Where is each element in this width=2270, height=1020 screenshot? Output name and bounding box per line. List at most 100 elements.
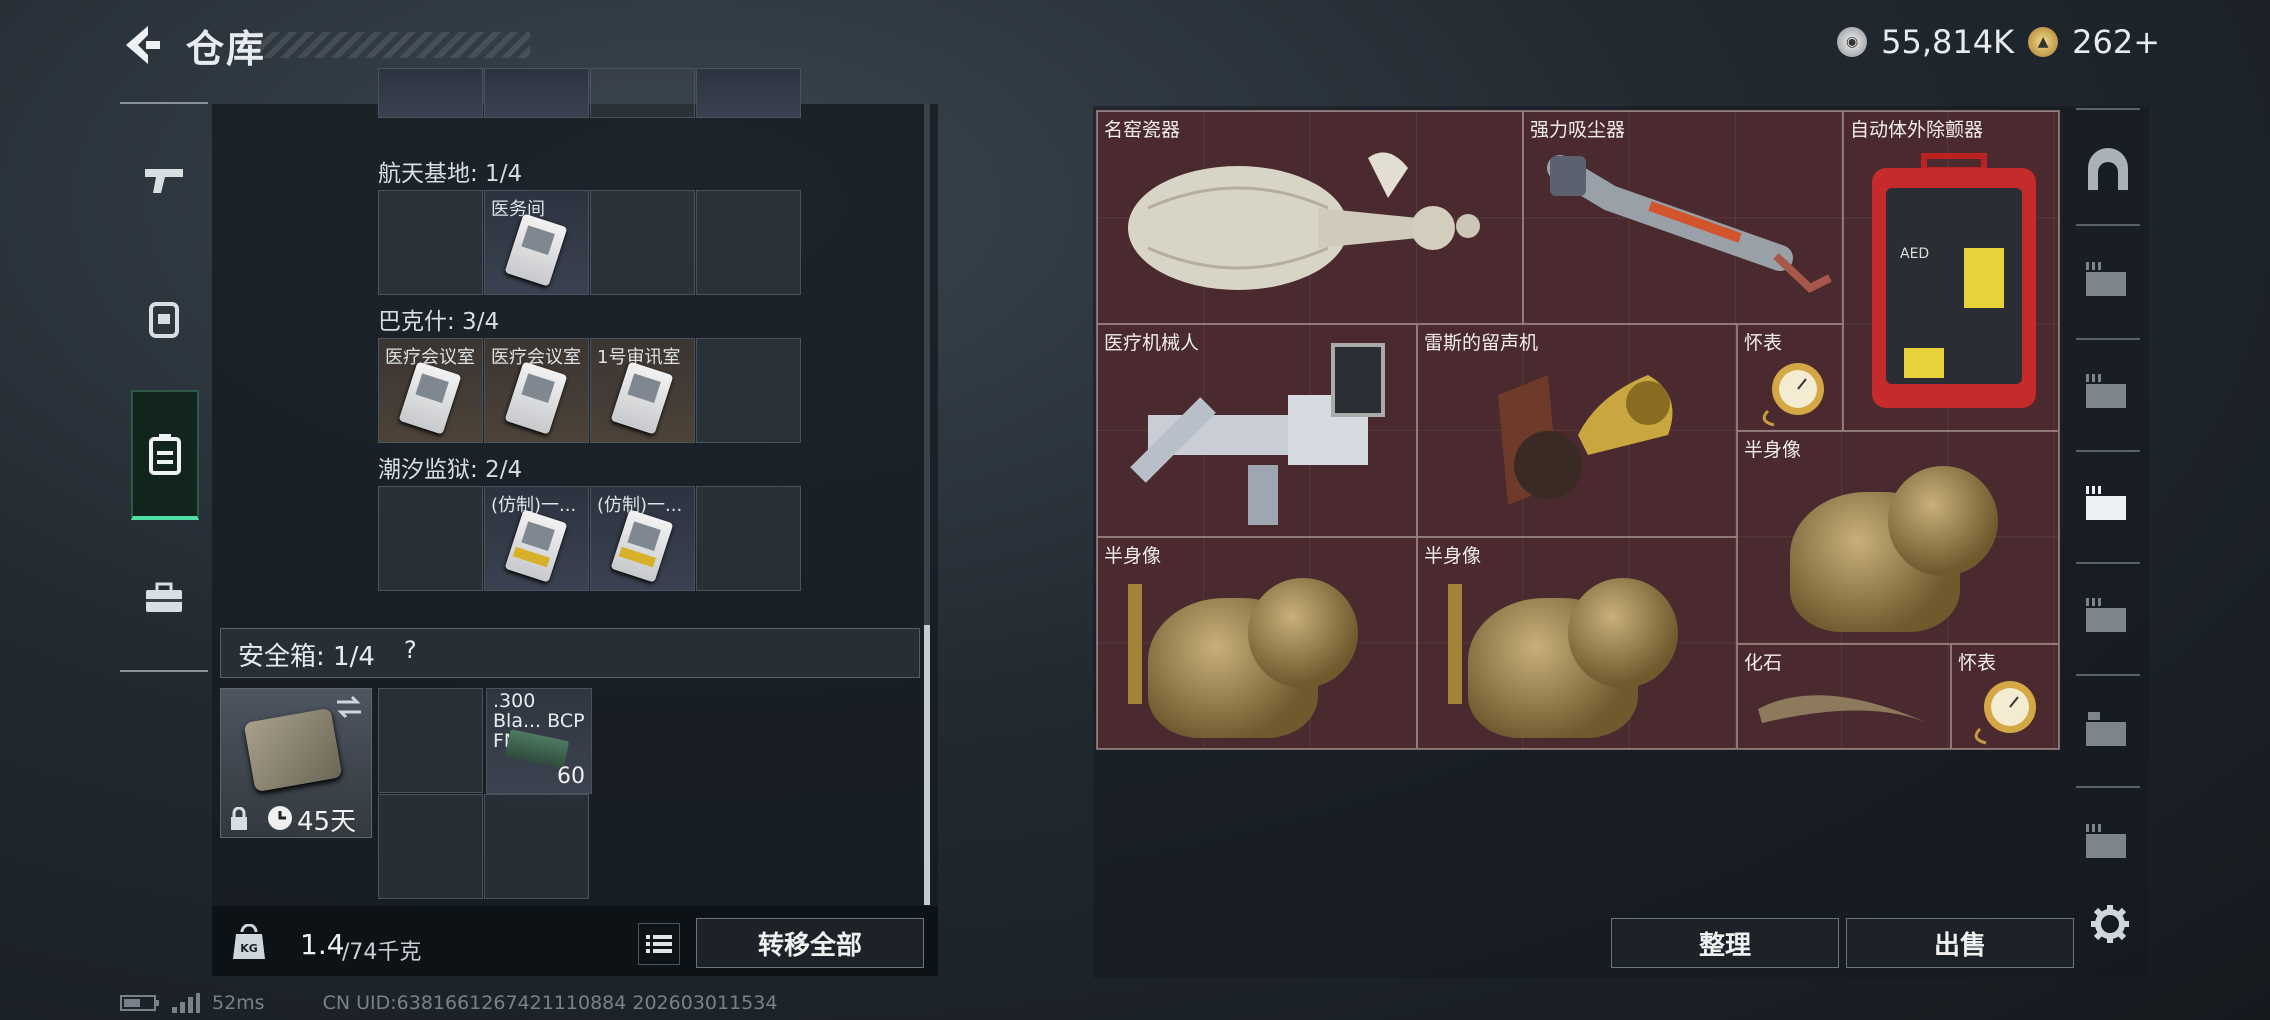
stash-home-tab[interactable] <box>2080 142 2136 198</box>
battery-icon <box>120 995 159 1011</box>
stash-page-tab[interactable] <box>2080 588 2136 644</box>
stash-page-tab[interactable] <box>2080 814 2136 870</box>
item-slot[interactable] <box>378 190 483 295</box>
keycard-icon <box>398 361 462 435</box>
stash-item-porcelain[interactable]: 名窑瓷器 <box>1097 111 1523 324</box>
bust-head <box>1888 466 1998 576</box>
pocket-watch-icon <box>1762 363 1824 427</box>
toolbox-tab[interactable] <box>130 548 198 648</box>
swap-icon[interactable] <box>335 695 363 719</box>
weapon-tab[interactable] <box>130 130 198 230</box>
item-slot[interactable] <box>696 338 801 443</box>
transfer-all-button[interactable]: 转移全部 <box>696 918 924 968</box>
rail-divider <box>2076 224 2140 226</box>
stash-item-bust[interactable]: 半身像 <box>1417 537 1737 749</box>
weight-icon: KG <box>233 924 265 959</box>
stash-item-pocket-watch[interactable]: 怀表 <box>1951 644 2059 749</box>
clock-icon <box>268 806 292 830</box>
rail-divider <box>120 670 208 672</box>
item-slot[interactable] <box>590 190 695 295</box>
stash-item-bust[interactable]: 半身像 <box>1737 431 2059 644</box>
safe-box-days: 45天 <box>297 807 357 837</box>
item-slot[interactable] <box>696 190 801 295</box>
stash-item-pocket-watch[interactable]: 怀表 <box>1737 324 1843 431</box>
item-slot[interactable] <box>696 68 801 118</box>
keycard-slot[interactable]: (仿制)一... <box>590 486 695 591</box>
safe-box-label: 安全箱: 1/4 <box>238 642 375 672</box>
item-slot[interactable] <box>378 688 483 793</box>
rail-divider <box>2076 108 2140 110</box>
keycard-slot[interactable]: 1号审讯室 <box>590 338 695 443</box>
stash-item-aed[interactable]: 自动体外除颤器 AED <box>1843 111 2059 431</box>
item-slot[interactable] <box>378 68 483 118</box>
section-title: 巴克什: 3/4 <box>378 309 500 335</box>
stash-item-bust[interactable]: 半身像 <box>1097 537 1417 749</box>
equipment-tab[interactable] <box>130 268 198 368</box>
storage-icon <box>2086 598 2126 632</box>
page-title: 仓库 <box>186 27 267 71</box>
keycard-slot[interactable]: 医疗会议室 <box>378 338 483 443</box>
item-slot[interactable] <box>378 486 483 591</box>
stash-page-tab[interactable] <box>2080 252 2136 308</box>
storage-icon <box>2086 486 2126 520</box>
keycard-icon <box>610 509 674 583</box>
stash-item-medical-robot[interactable]: 医疗机械人 <box>1097 324 1417 537</box>
ammo-count: 60 <box>557 764 585 789</box>
stash-grid: 名窑瓷器 强力吸尘器 自动体外除颤器 AED 医疗机械人 雷斯的留声机 怀表 半… <box>1096 110 2060 750</box>
keycard-icon <box>504 361 568 435</box>
rail-divider <box>2076 562 2140 564</box>
list-view-button[interactable] <box>638 923 680 965</box>
stash-item-fossil[interactable]: 化石 <box>1737 644 1951 749</box>
gold-coin-icon: ▲ <box>2028 27 2059 57</box>
item-slot[interactable] <box>378 794 483 899</box>
sell-button[interactable]: 出售 <box>1846 918 2074 968</box>
help-icon[interactable]: ? <box>404 636 417 664</box>
stash-page-tab-active[interactable] <box>2080 476 2136 532</box>
rail-divider <box>2076 338 2140 340</box>
item-label: 半身像 <box>1104 545 1162 567</box>
slot-label: 医疗会议室 <box>491 347 581 368</box>
currency-bar: ◉ 55,814K ▲ 262+ <box>1837 22 2160 62</box>
ping-value: 52ms <box>212 992 265 1014</box>
item-slot[interactable] <box>696 486 801 591</box>
pocket-watch-icon <box>1974 681 2036 745</box>
keycard-slot[interactable]: 医务间 <box>484 190 589 295</box>
sort-button[interactable]: 整理 <box>1611 918 1839 968</box>
section-title: 航天基地: 1/4 <box>378 161 523 187</box>
ammo-slot[interactable]: .300 Bla... BCP FMJ 60 <box>486 688 592 794</box>
list-icon <box>646 935 672 953</box>
items-tab-active[interactable] <box>131 390 199 520</box>
rail-divider <box>2076 786 2140 788</box>
item-label: 化石 <box>1744 652 1783 674</box>
keycard-slot[interactable]: (仿制)一... <box>484 486 589 591</box>
signal-icon <box>172 993 200 1013</box>
bust-head <box>1248 578 1358 688</box>
stash-item-gramophone[interactable]: 雷斯的留声机 <box>1417 324 1737 537</box>
category-rail <box>120 102 208 672</box>
vase-icon <box>1128 152 1480 290</box>
stash-item-vacuum[interactable]: 强力吸尘器 <box>1523 111 1843 324</box>
rail-divider <box>2076 674 2140 676</box>
slot-label: 医务间 <box>491 199 545 220</box>
gun-icon <box>145 169 183 193</box>
keycard-icon <box>504 213 568 287</box>
vacuum-icon <box>1547 155 1832 293</box>
stash-page-tab[interactable] <box>2080 364 2136 420</box>
keycard-slot[interactable]: 医疗会议室 <box>484 338 589 443</box>
item-slot[interactable] <box>590 68 695 118</box>
item-slot[interactable] <box>484 68 589 118</box>
back-arrow-icon[interactable] <box>118 22 162 68</box>
weight-max: /74千克 <box>342 940 422 965</box>
slot-label: 1号审讯室 <box>597 347 681 368</box>
svg-text:KG: KG <box>240 942 258 955</box>
storage-icon <box>2086 374 2126 408</box>
svg-text:AED: AED <box>1900 246 1929 262</box>
settings-gear-icon[interactable] <box>2090 904 2130 944</box>
safe-box-item[interactable]: 45天 <box>220 688 372 838</box>
gold-amount[interactable]: 262+ <box>2072 23 2160 61</box>
slot-label: (仿制)一... <box>491 495 577 516</box>
stash-page-tab[interactable] <box>2080 702 2136 758</box>
scrollbar-thumb[interactable] <box>924 625 930 905</box>
storage-icon <box>2086 712 2126 746</box>
item-slot[interactable] <box>484 794 589 899</box>
